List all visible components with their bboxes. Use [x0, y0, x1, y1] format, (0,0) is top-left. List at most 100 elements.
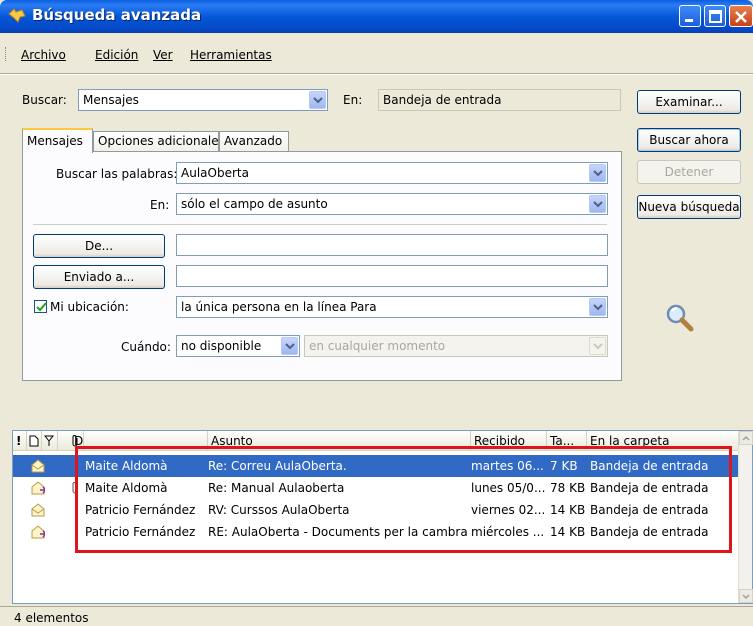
- window-title: Búsqueda avanzada: [32, 6, 202, 24]
- cuando-label: Cuándo:: [121, 340, 171, 354]
- palabras-combo[interactable]: AulaOberta: [176, 162, 608, 184]
- row-carpeta: Bandeja de entrada: [590, 525, 709, 539]
- list-header: ! De Asunto Recibido Ta... En la carpeta: [13, 431, 740, 451]
- campo-en-label: En:: [150, 198, 170, 212]
- row-de: Patricio Fernández: [85, 525, 196, 539]
- ubicacion-checkbox[interactable]: [34, 300, 47, 313]
- results-list[interactable]: ! De Asunto Recibido Ta... En la carpeta…: [12, 430, 753, 604]
- header-asunto[interactable]: Asunto: [208, 431, 471, 451]
- header-flag[interactable]: [42, 431, 58, 451]
- dropdown-arrow-icon[interactable]: [589, 164, 606, 182]
- header-document[interactable]: [27, 431, 42, 451]
- header-carpeta[interactable]: En la carpeta: [587, 431, 740, 451]
- folder-display-value: Bandeja de entrada: [383, 93, 502, 107]
- ubicacion-label: Mi ubicación:: [50, 300, 129, 314]
- results-scrollbar[interactable]: [738, 431, 753, 603]
- buscar-select[interactable]: Mensajes: [78, 89, 328, 111]
- row-tamano: 14 KB: [550, 525, 586, 539]
- menu-ver[interactable]: Ver: [153, 48, 173, 62]
- table-row[interactable]: Patricio Fernández RE: AulaOberta - Docu…: [13, 521, 740, 543]
- maximize-icon: [709, 10, 722, 23]
- tab-opciones-adicionales[interactable]: Opciones adicionales: [93, 131, 225, 152]
- menu-bar: Archivo Edición Ver Herramientas: [0, 44, 753, 66]
- buscar-label: Buscar:: [22, 93, 67, 107]
- advanced-search-window: Búsqueda avanzada Archivo Edición Ver He…: [0, 0, 753, 626]
- row-de: Maite Aldomà: [85, 481, 168, 495]
- status-text: 4 elementos: [14, 611, 89, 625]
- menu-herramientas[interactable]: Herramientas: [190, 48, 272, 62]
- scroll-down-button[interactable]: [739, 589, 753, 603]
- table-row[interactable]: Maite Aldomà Re: Manual Aulaoberta lunes…: [13, 477, 740, 499]
- row-carpeta: Bandeja de entrada: [590, 503, 709, 517]
- mail-reply-icon: [31, 525, 45, 539]
- header-tamano[interactable]: Ta...: [547, 431, 587, 451]
- campo-select[interactable]: sólo el campo de asunto: [176, 193, 608, 215]
- palabras-value: AulaOberta: [181, 166, 249, 180]
- campo-value: sólo el campo de asunto: [181, 197, 328, 211]
- attachment-icon: [72, 435, 78, 447]
- menu-separator: [0, 73, 753, 75]
- flag-icon: [44, 435, 54, 446]
- dropdown-arrow-icon[interactable]: [589, 195, 606, 213]
- status-bar: 4 elementos: [0, 606, 753, 626]
- maximize-button[interactable]: [704, 5, 726, 27]
- de-input[interactable]: [176, 234, 608, 256]
- row-carpeta: Bandeja de entrada: [590, 481, 709, 495]
- header-recibido[interactable]: Recibido: [471, 431, 547, 451]
- detener-button[interactable]: Detener: [637, 160, 741, 184]
- row-tamano: 7 KB: [550, 459, 578, 473]
- tab-mensajes[interactable]: Mensajes: [22, 128, 93, 153]
- row-de: Maite Aldomà: [85, 459, 168, 473]
- row-asunto: RV: Curssos AulaOberta: [208, 503, 350, 517]
- row-recibido: viernes 02...: [471, 503, 546, 517]
- chevron-down-icon: [742, 594, 750, 600]
- table-row[interactable]: Maite Aldomà Re: Correu AulaOberta. mart…: [13, 455, 740, 477]
- nueva-busqueda-button[interactable]: Nueva búsqueda: [637, 195, 741, 219]
- cuando-value: no disponible: [181, 339, 262, 353]
- row-de: Patricio Fernández: [85, 503, 196, 517]
- menu-archivo[interactable]: Archivo: [21, 48, 66, 62]
- buscar-select-value: Mensajes: [83, 93, 139, 107]
- row-tamano: 78 KB: [550, 481, 586, 495]
- row-tamano: 14 KB: [550, 503, 586, 517]
- de-button[interactable]: De...: [33, 234, 165, 258]
- row-asunto: RE: AulaOberta - Documents per la cambra…: [208, 525, 468, 539]
- title-bar[interactable]: Búsqueda avanzada: [0, 0, 753, 33]
- header-importance[interactable]: !: [13, 431, 27, 451]
- tab-avanzado[interactable]: Avanzado: [219, 131, 289, 152]
- dropdown-arrow-icon: [589, 337, 606, 355]
- cuando-select[interactable]: no disponible: [176, 335, 300, 357]
- buscar-ahora-button[interactable]: Buscar ahora: [637, 128, 741, 152]
- dropdown-arrow-icon[interactable]: [589, 298, 606, 316]
- row-recibido: martes 06...: [471, 459, 544, 473]
- mail-reply-icon: [31, 481, 45, 495]
- checkmark-icon: [36, 302, 47, 312]
- close-button[interactable]: [729, 5, 753, 27]
- row-asunto: Re: Manual Aulaoberta: [208, 481, 345, 495]
- menu-edicion[interactable]: Edición: [95, 48, 138, 62]
- attachment-icon: [72, 482, 78, 494]
- chevron-up-icon: [742, 435, 750, 441]
- header-de-spacer: [84, 431, 208, 451]
- document-icon: [29, 435, 39, 447]
- folder-display: Bandeja de entrada: [378, 89, 621, 111]
- enviado-a-button[interactable]: Enviado a...: [33, 265, 165, 289]
- dropdown-arrow-icon[interactable]: [281, 337, 298, 355]
- dropdown-arrow-icon[interactable]: [309, 91, 326, 109]
- scroll-up-button[interactable]: [739, 431, 753, 445]
- momento-value: en cualquier momento: [309, 339, 446, 353]
- row-asunto: Re: Correu AulaOberta.: [208, 459, 347, 473]
- minimize-button[interactable]: [679, 5, 701, 27]
- row-recibido: lunes 05/0...: [471, 481, 546, 495]
- row-recibido: miércoles ...: [471, 525, 545, 539]
- ubicacion-value: la única persona en la línea Para: [181, 300, 377, 314]
- mail-read-icon: [31, 459, 45, 473]
- examinar-button[interactable]: Examinar...: [637, 90, 741, 114]
- menu-grip: [5, 47, 8, 61]
- enviado-a-input[interactable]: [176, 265, 608, 287]
- magnifier-icon: [664, 302, 696, 337]
- table-row[interactable]: Patricio Fernández RV: Curssos AulaObert…: [13, 499, 740, 521]
- close-icon: [735, 11, 747, 23]
- ubicacion-select[interactable]: la única persona en la línea Para: [176, 296, 608, 318]
- form-divider: [33, 224, 607, 225]
